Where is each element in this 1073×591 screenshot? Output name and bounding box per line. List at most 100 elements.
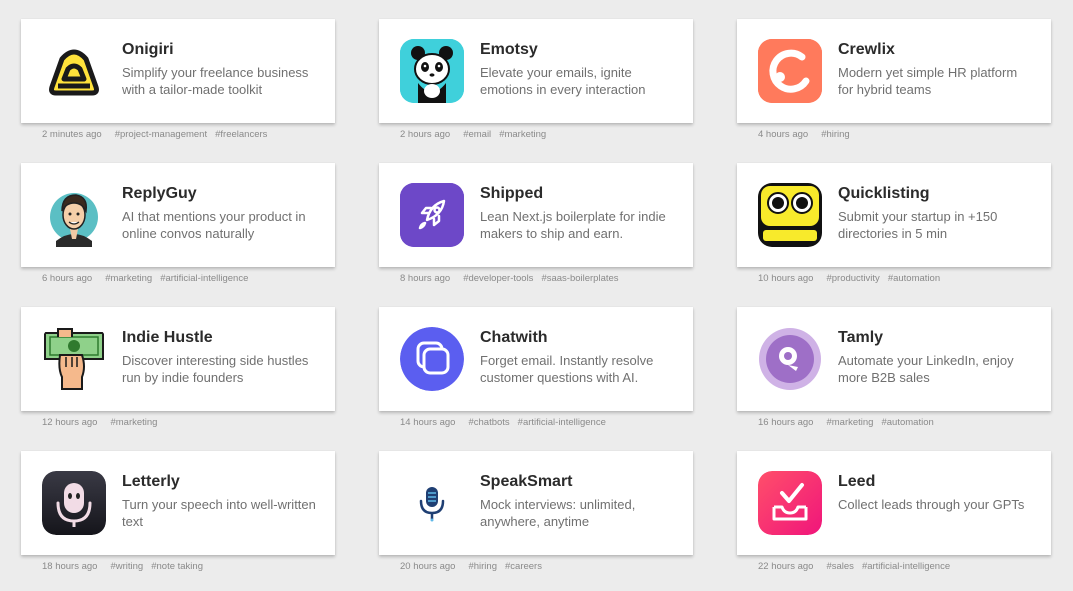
product-name[interactable]: Emotsy	[480, 41, 675, 59]
product-card-crewlix[interactable]: Crewlix Modern yet simple HR platform fo…	[737, 19, 1051, 123]
product-meta: 2 minutes ago #project-management #freel…	[42, 129, 267, 140]
product-description: Forget email. Instantly resolve customer…	[480, 353, 654, 385]
tag-link[interactable]: #writing	[110, 561, 143, 572]
tag-link[interactable]: #freelancers	[215, 129, 267, 140]
product-item: Onigiri Simplify your freelance business…	[21, 19, 335, 163]
product-name[interactable]: Chatwith	[480, 329, 675, 347]
posted-time: 18 hours ago	[42, 561, 98, 572]
posted-time: 10 hours ago	[758, 273, 814, 284]
product-card-emotsy[interactable]: Emotsy Elevate your emails, ignite emoti…	[379, 19, 693, 123]
product-item: ReplyGuy AI that mentions your product i…	[21, 163, 335, 307]
posted-time: 6 hours ago	[42, 273, 93, 284]
posted-time: 2 minutes ago	[42, 129, 102, 140]
tag-link[interactable]: #chatbots	[468, 417, 509, 428]
tag-link[interactable]: #marketing	[826, 417, 873, 428]
product-card-speaksmart[interactable]: SpeakSmart Mock interviews: unlimited, a…	[379, 451, 693, 555]
tamly-logo-icon	[758, 327, 822, 391]
product-card-onigiri[interactable]: Onigiri Simplify your freelance business…	[21, 19, 335, 123]
product-grid: Onigiri Simplify your freelance business…	[21, 19, 1051, 591]
product-meta: 12 hours ago #marketing	[42, 417, 157, 428]
robot-face-logo-icon	[758, 183, 822, 247]
product-card-letterly[interactable]: Letterly Turn your speech into well-writ…	[21, 451, 335, 555]
product-name[interactable]: Shipped	[480, 185, 675, 203]
posted-time: 22 hours ago	[758, 561, 814, 572]
tag-link[interactable]: #artificial-intelligence	[862, 561, 950, 572]
product-item: Chatwith Forget email. Instantly resolve…	[379, 307, 693, 451]
product-card-leed[interactable]: Leed Collect leads through your GPTs	[737, 451, 1051, 555]
product-meta: 10 hours ago #productivity #automation	[758, 273, 940, 284]
posted-time: 20 hours ago	[400, 561, 456, 572]
tag-link[interactable]: #developer-tools	[463, 273, 533, 284]
tag-link[interactable]: #email	[463, 129, 491, 140]
product-meta: 8 hours ago #developer-tools #saas-boile…	[400, 273, 619, 284]
tag-link[interactable]: #saas-boilerplates	[541, 273, 618, 284]
product-item: Shipped Lean Next.js boilerplate for ind…	[379, 163, 693, 307]
product-item: SpeakSmart Mock interviews: unlimited, a…	[379, 451, 693, 591]
product-item: Quicklisting Submit your startup in +150…	[737, 163, 1051, 307]
product-card-chatwith[interactable]: Chatwith Forget email. Instantly resolve…	[379, 307, 693, 411]
product-card-shipped[interactable]: Shipped Lean Next.js boilerplate for ind…	[379, 163, 693, 267]
product-description: Modern yet simple HR platform for hybrid…	[838, 65, 1018, 97]
product-description: Mock interviews: unlimited, anywhere, an…	[480, 497, 636, 529]
tag-link[interactable]: #productivity	[826, 273, 879, 284]
tag-link[interactable]: #marketing	[499, 129, 546, 140]
product-description: Collect leads through your GPTs	[838, 497, 1025, 512]
product-meta: 2 hours ago #email #marketing	[400, 129, 546, 140]
product-item: Leed Collect leads through your GPTs 22 …	[737, 451, 1051, 591]
posted-time: 8 hours ago	[400, 273, 451, 284]
tag-link[interactable]: #sales	[826, 561, 853, 572]
tag-link[interactable]: #artificial-intelligence	[518, 417, 606, 428]
product-card-replyguy[interactable]: ReplyGuy AI that mentions your product i…	[21, 163, 335, 267]
product-meta: 18 hours ago #writing #note taking	[42, 561, 203, 572]
product-card-tamly[interactable]: Tamly Automate your LinkedIn, enjoy more…	[737, 307, 1051, 411]
product-name[interactable]: Onigiri	[122, 41, 317, 59]
tag-link[interactable]: #automation	[888, 273, 940, 284]
product-description: Elevate your emails, ignite emotions in …	[480, 65, 646, 97]
posted-time: 16 hours ago	[758, 417, 814, 428]
product-name[interactable]: Crewlix	[838, 41, 1033, 59]
posted-time: 4 hours ago	[758, 129, 809, 140]
tag-link[interactable]: #note taking	[151, 561, 203, 572]
product-name[interactable]: Letterly	[122, 473, 317, 491]
chatwith-logo-icon	[400, 327, 464, 391]
product-card-quicklisting[interactable]: Quicklisting Submit your startup in +150…	[737, 163, 1051, 267]
product-item: Emotsy Elevate your emails, ignite emoti…	[379, 19, 693, 163]
product-description: Lean Next.js boilerplate for indie maker…	[480, 209, 666, 241]
product-card-indie-hustle[interactable]: Indie Hustle Discover interesting side h…	[21, 307, 335, 411]
product-description: Turn your speech into well-written text	[122, 497, 316, 529]
product-description: Automate your LinkedIn, enjoy more B2B s…	[838, 353, 1014, 385]
posted-time: 2 hours ago	[400, 129, 451, 140]
product-meta: 6 hours ago #marketing #artificial-intel…	[42, 273, 248, 284]
onigiri-logo-icon	[42, 39, 106, 103]
product-name[interactable]: Tamly	[838, 329, 1033, 347]
product-name[interactable]: Indie Hustle	[122, 329, 317, 347]
product-meta: 22 hours ago #sales #artificial-intellig…	[758, 561, 950, 572]
tag-link[interactable]: #hiring	[821, 129, 850, 140]
tag-link[interactable]: #marketing	[105, 273, 152, 284]
tag-link[interactable]: #artificial-intelligence	[160, 273, 248, 284]
product-description: Discover interesting side hustles run by…	[122, 353, 309, 385]
product-item: Crewlix Modern yet simple HR platform fo…	[737, 19, 1051, 163]
product-description: Simplify your freelance business with a …	[122, 65, 309, 97]
product-item: Letterly Turn your speech into well-writ…	[21, 451, 335, 591]
product-item: Indie Hustle Discover interesting side h…	[21, 307, 335, 451]
product-name[interactable]: SpeakSmart	[480, 473, 675, 491]
product-name[interactable]: ReplyGuy	[122, 185, 317, 203]
panda-logo-icon	[400, 39, 464, 103]
tag-link[interactable]: #project-management	[115, 129, 207, 140]
crewlix-logo-icon	[758, 39, 822, 103]
man-avatar-logo-icon	[42, 183, 106, 247]
tag-link[interactable]: #hiring	[468, 561, 497, 572]
tag-link[interactable]: #marketing	[110, 417, 157, 428]
product-description: AI that mentions your product in online …	[122, 209, 306, 241]
product-name[interactable]: Quicklisting	[838, 185, 1033, 203]
product-item: Tamly Automate your LinkedIn, enjoy more…	[737, 307, 1051, 451]
tag-link[interactable]: #automation	[881, 417, 933, 428]
hand-cash-logo-icon	[42, 327, 106, 391]
rocket-logo-icon	[400, 183, 464, 247]
posted-time: 12 hours ago	[42, 417, 98, 428]
product-name[interactable]: Leed	[838, 473, 1033, 491]
posted-time: 14 hours ago	[400, 417, 456, 428]
leed-logo-icon	[758, 471, 822, 535]
tag-link[interactable]: #careers	[505, 561, 542, 572]
